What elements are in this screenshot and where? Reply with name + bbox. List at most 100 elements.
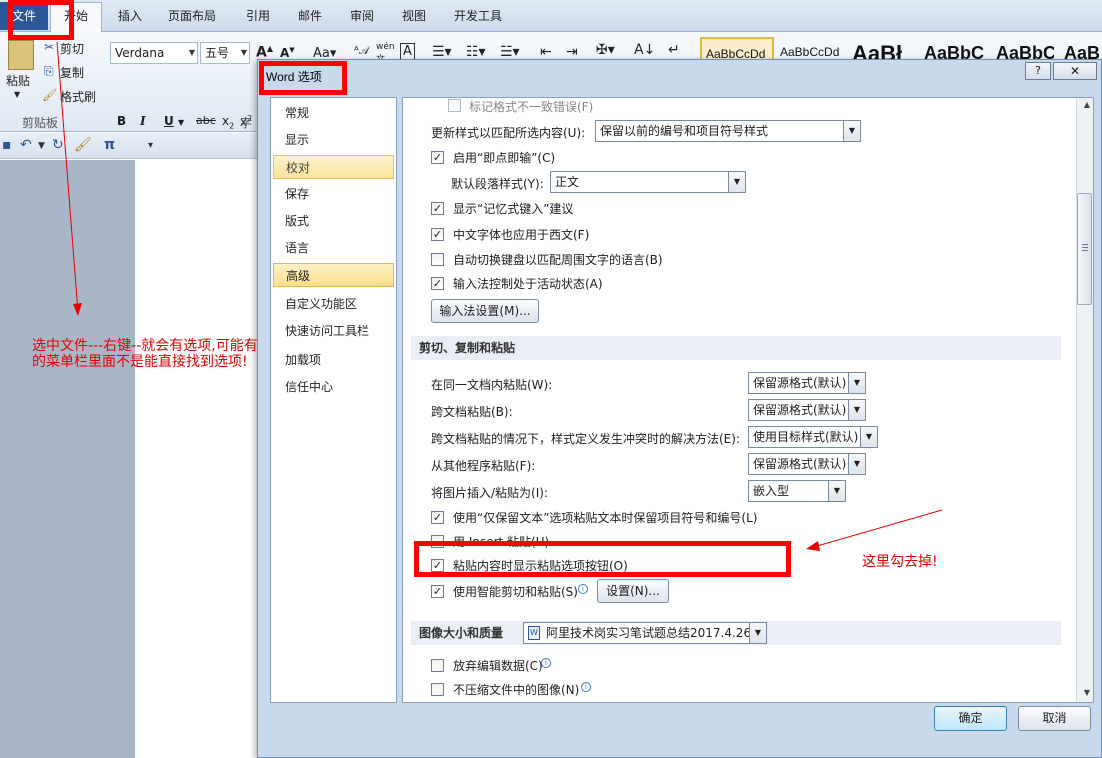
nav-item-trust-center[interactable]: 信任中心	[273, 375, 394, 399]
keep-text-only-checkbox[interactable]: ✓	[431, 511, 444, 524]
scroll-up-icon[interactable]: ▲	[1084, 100, 1090, 109]
tab-references[interactable]: 引用	[246, 7, 270, 24]
undo-dropdown-icon[interactable]: ▼	[38, 141, 45, 151]
scroll-grip-line	[1082, 250, 1088, 251]
auto-keyboard-checkbox[interactable]	[431, 253, 444, 266]
chinese-layout-icon[interactable]: ✠▾	[596, 42, 615, 58]
format-painter-icon[interactable]: 🖌	[74, 137, 92, 153]
font-size-select[interactable]: 五号 ▼	[200, 42, 250, 64]
save-icon[interactable]: ▪	[2, 137, 12, 153]
format-painter-icon[interactable]: 🖌	[42, 88, 57, 102]
chevron-down-icon: ▼	[240, 48, 247, 57]
nav-item-typography[interactable]: 版式	[273, 209, 394, 233]
multilevel-list-icon[interactable]: ☱▾	[500, 44, 520, 60]
paste-dropdown-icon[interactable]: ▼	[14, 90, 20, 99]
paste-same-doc-select[interactable]: 保留源格式(默认) ▼	[748, 372, 866, 394]
nav-item-advanced[interactable]: 高级	[273, 263, 394, 287]
tab-view[interactable]: 视图	[402, 7, 426, 24]
copy-icon[interactable]: ⎘	[44, 64, 54, 79]
section-cut-copy-paste: 剪切、复制和粘贴	[411, 336, 1061, 360]
quick-access-toolbar: ▪ ↶ ▼ ↻ 🖌 π ▾	[0, 133, 258, 159]
chevron-down-icon: ▼	[188, 48, 195, 57]
tab-review[interactable]: 审阅	[350, 7, 374, 24]
font-name-select[interactable]: Verdana ▼	[110, 42, 198, 64]
show-marks-icon[interactable]: ↵	[668, 42, 680, 58]
cut-button[interactable]: 剪切	[60, 40, 84, 57]
right-instruction-note: 这里勾去掉!	[862, 554, 938, 570]
paste-other-program-select[interactable]: 保留源格式(默认) ▼	[748, 453, 866, 475]
ime-control-checkbox[interactable]: ✓	[431, 277, 444, 290]
italic-icon[interactable]: I	[140, 114, 146, 128]
chevron-down-icon: ▼	[848, 373, 865, 393]
tab-page-layout[interactable]: 页面布局	[168, 7, 216, 24]
nav-item-customize-ribbon[interactable]: 自定义功能区	[273, 292, 394, 316]
ime-settings-button[interactable]: 输入法设置(M)...	[431, 299, 539, 323]
subscript-icon[interactable]: x2	[222, 114, 234, 130]
ok-button[interactable]: 确定	[934, 706, 1007, 731]
nav-item-display[interactable]: 显示	[273, 128, 394, 152]
shrink-font-icon[interactable]: A▼	[280, 46, 295, 60]
chevron-down-icon: ▼	[860, 427, 877, 447]
paste-button[interactable]: 粘贴	[6, 72, 30, 89]
document-page[interactable]	[135, 160, 258, 758]
nav-item-language[interactable]: 语言	[273, 236, 394, 260]
scroll-grip-line	[1082, 247, 1088, 248]
tab-developer[interactable]: 开发工具	[454, 7, 502, 24]
scrollbar-thumb[interactable]	[1077, 193, 1092, 305]
paste-cross-doc-label: 跨文档粘贴(B):	[431, 405, 513, 419]
equation-icon[interactable]: π	[104, 137, 115, 153]
scroll-down-icon[interactable]: ▼	[1084, 688, 1090, 697]
help-icon[interactable]: ?	[1025, 62, 1051, 80]
paste-conflict-select[interactable]: 使用目标样式(默认) ▼	[748, 426, 878, 448]
bullets-icon[interactable]: ☰▾	[432, 44, 452, 60]
discard-edit-data-checkbox[interactable]	[431, 659, 444, 672]
clear-format-icon[interactable]: ᴬ𝒜	[354, 44, 369, 58]
redo-icon[interactable]: ↻	[52, 137, 64, 153]
nav-item-save[interactable]: 保存	[273, 182, 394, 206]
click-and-type-label: 启用“即点即输”(C)	[453, 151, 556, 165]
info-icon: i	[581, 682, 591, 692]
increase-indent-icon[interactable]: ⇥	[566, 44, 578, 60]
char-border-icon[interactable]: A	[400, 43, 415, 60]
bold-icon[interactable]: B	[117, 114, 126, 128]
underline-icon[interactable]: U	[164, 114, 174, 128]
click-and-type-checkbox[interactable]: ✓	[431, 151, 444, 164]
no-compress-checkbox[interactable]	[431, 683, 444, 696]
nav-item-proofing[interactable]: 校对	[273, 155, 394, 179]
tab-mailings[interactable]: 邮件	[298, 7, 322, 24]
chevron-down-icon: ▼	[828, 481, 845, 501]
numbering-icon[interactable]: ☷▾	[466, 44, 486, 60]
tab-insert[interactable]: 插入	[118, 7, 142, 24]
image-document-select[interactable]: W 阿里技术岗实习笔试题总结2017.4.26 ▼	[523, 622, 767, 644]
cut-icon[interactable]: ✂	[44, 40, 54, 54]
undo-icon[interactable]: ↶	[20, 137, 32, 153]
sort-icon[interactable]: A↓	[634, 42, 655, 58]
nav-item-general[interactable]: 常规	[273, 101, 394, 125]
strikethrough-icon[interactable]: abc	[196, 114, 216, 127]
update-style-select[interactable]: 保留以前的编号和项目符号样式 ▼	[595, 120, 861, 142]
cancel-button[interactable]: 取消	[1018, 706, 1091, 731]
decrease-indent-icon[interactable]: ⇤	[540, 44, 552, 60]
chinese-font-checkbox[interactable]: ✓	[431, 228, 444, 241]
chevron-down-icon: ▼	[848, 454, 865, 474]
default-paragraph-select[interactable]: 正文 ▼	[550, 171, 746, 193]
left-instruction-note: 选中文件---右键--就会有选项,可能有的菜单栏里面不是能直接找到选项!	[32, 338, 258, 370]
word-doc-icon: W	[528, 626, 540, 640]
underline-dropdown-icon[interactable]: ▼	[178, 118, 184, 127]
smart-paste-settings-button[interactable]: 设置(N)...	[597, 579, 669, 603]
format-painter-button[interactable]: 格式刷	[60, 88, 96, 105]
dialog-title-highlight-box	[259, 61, 347, 95]
autocomplete-checkbox[interactable]: ✓	[431, 202, 444, 215]
smart-cut-paste-checkbox[interactable]: ✓	[431, 585, 444, 598]
customize-qat-icon[interactable]: ▾	[148, 140, 153, 151]
copy-button[interactable]: 复制	[60, 64, 84, 81]
close-icon[interactable]: ✕	[1053, 62, 1097, 80]
options-scrollbar[interactable]: ▲ ▼	[1076, 98, 1093, 702]
mark-format-checkbox[interactable]	[448, 99, 461, 112]
paste-cross-doc-select[interactable]: 保留源格式(默认) ▼	[748, 399, 866, 421]
nav-item-quick-access[interactable]: 快速访问工具栏	[273, 319, 394, 343]
insert-picture-select[interactable]: 嵌入型 ▼	[748, 480, 846, 502]
nav-item-addins[interactable]: 加载项	[273, 348, 394, 372]
paste-icon[interactable]	[8, 40, 34, 70]
paste-conflict-label: 跨文档粘贴的情况下，样式定义发生冲突时的解决方法(E):	[431, 432, 740, 446]
